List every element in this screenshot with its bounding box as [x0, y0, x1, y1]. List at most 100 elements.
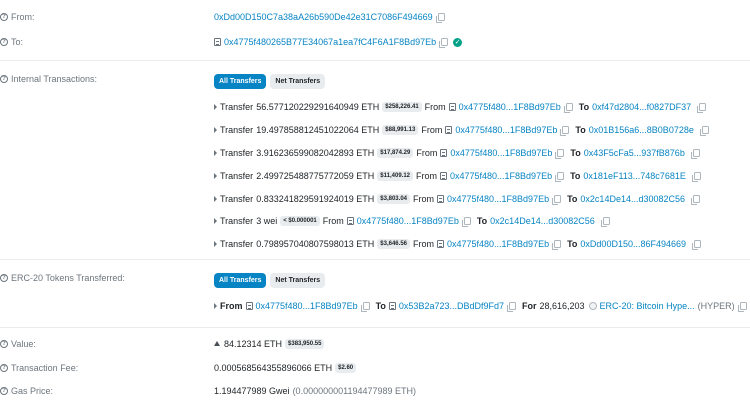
- tab-net-transfers[interactable]: Net Transfers: [270, 74, 326, 89]
- transfer-to-link[interactable]: 0x181eF113...748c7681E: [583, 171, 685, 181]
- divider: [0, 327, 750, 328]
- transfer-amount: 56.577120229291640949 ETH: [256, 102, 380, 112]
- transfer-from-link[interactable]: 0x4775f480...1F8Bd97Eb: [357, 216, 459, 226]
- help-circle-icon[interactable]: ?: [0, 75, 8, 83]
- to-word: To: [578, 102, 590, 112]
- copy-icon[interactable]: [690, 149, 700, 159]
- erc20-transfer-row: From 0x4775f480...1F8Bd97Eb To 0x53B2a72…: [214, 301, 747, 312]
- copy-icon[interactable]: [697, 103, 707, 113]
- gas-value: 1.194477989 Gwei (0.000000001194477989 E…: [214, 386, 416, 396]
- transfer-from-link[interactable]: 0x4775f480...1F8Bd97Eb: [455, 125, 557, 135]
- transfer-from-link[interactable]: 0x4775f480...1F8Bd97Eb: [450, 171, 552, 181]
- to-word: To: [567, 194, 578, 204]
- usd-badge: $258,226.41: [382, 102, 422, 112]
- from-label-row: ? From:: [0, 12, 35, 22]
- from-word: From: [413, 194, 434, 204]
- help-circle-icon[interactable]: ?: [0, 13, 8, 21]
- internal-transfer-row: Transfer 2.499725488775772059 ETH $11,409.…: [214, 171, 701, 182]
- from-word: From: [421, 125, 443, 135]
- usd-badge: $3,803.04: [377, 194, 410, 204]
- copy-icon[interactable]: [699, 126, 709, 136]
- copy-icon[interactable]: [563, 103, 573, 113]
- copy-icon[interactable]: [692, 240, 702, 250]
- transfer-amount: 0.798957040807598013 ETH: [256, 239, 375, 249]
- transfer-amount: 3 wei: [256, 216, 278, 226]
- copy-icon[interactable]: [439, 38, 449, 48]
- from-word: From: [416, 148, 438, 158]
- copy-icon[interactable]: [507, 302, 516, 312]
- help-circle-icon[interactable]: ?: [0, 274, 8, 282]
- contract-icon: [346, 217, 354, 225]
- fee-label-row: ? Transaction Fee:: [0, 363, 78, 373]
- help-circle-icon[interactable]: ?: [0, 387, 8, 395]
- value-amount: 84.12314 ETH: [224, 339, 283, 349]
- tab-all-transfers[interactable]: All Transfers: [214, 74, 267, 89]
- copy-icon[interactable]: [555, 149, 565, 159]
- copy-icon[interactable]: [555, 172, 565, 182]
- eth-icon: [214, 340, 220, 346]
- transfer-to-link[interactable]: 0xf47d2804...f0827DF37: [592, 102, 691, 112]
- help-circle-icon[interactable]: ?: [0, 364, 8, 372]
- caret-right-icon: [214, 127, 217, 133]
- transfer-from-link[interactable]: 0x4775f480...1F8Bd97Eb: [447, 194, 549, 204]
- fee-usd-badge: $2.60: [335, 363, 357, 373]
- transfer-from-link[interactable]: 0x4775f480...1F8Bd97Eb: [450, 148, 552, 158]
- usd-badge: $17,874.29: [377, 148, 414, 158]
- transfer-to-link[interactable]: 0xDd00D150...86F494669: [580, 239, 686, 249]
- copy-icon[interactable]: [600, 217, 610, 227]
- from-address-link[interactable]: 0xDd00D150C7a38aA26b590De42e31C7086F4946…: [214, 12, 433, 22]
- transfer-word: Transfer: [220, 148, 254, 158]
- contract-icon: [440, 172, 447, 180]
- erc20-token-link[interactable]: ERC-20: Bitcoin Hype...: [600, 301, 695, 311]
- internal-tabs: All Transfers Net Transfers: [214, 74, 326, 89]
- transfer-to-link[interactable]: 0x43F5cFa5...937fB876b: [584, 148, 685, 158]
- to-label: To:: [11, 37, 24, 47]
- transfer-word: Transfer: [220, 171, 254, 181]
- transfer-to-link[interactable]: 0x2c14De14...d30082C56: [490, 216, 595, 226]
- transfer-word: Transfer: [220, 125, 254, 135]
- copy-icon[interactable]: [552, 240, 562, 250]
- erc20-label: ERC-20 Tokens Transferred:: [11, 273, 125, 283]
- erc20-tabs: All Transfers Net Transfers: [214, 273, 326, 288]
- internal-transfer-row: Transfer 56.577120229291640949 ETH $258,22…: [214, 102, 707, 113]
- to-word: To: [570, 148, 581, 158]
- erc20-token-symbol: (HYPER): [697, 301, 735, 311]
- caret-right-icon: [214, 173, 217, 179]
- help-circle-icon[interactable]: ?: [0, 38, 8, 46]
- transfer-amount: 0.833241829591924019 ETH: [256, 194, 375, 204]
- caret-right-icon: [214, 150, 217, 156]
- copy-icon[interactable]: [360, 302, 370, 312]
- caret-right-icon: [214, 241, 217, 247]
- erc20-from-link[interactable]: 0x4775f480...1F8Bd97Eb: [256, 301, 358, 311]
- copy-icon[interactable]: [737, 302, 747, 312]
- to-word: To: [575, 125, 586, 135]
- copy-icon[interactable]: [552, 195, 562, 205]
- usd-badge: $88,991.13: [382, 125, 419, 135]
- contract-icon: [440, 149, 448, 157]
- internal-transactions-label: Internal Transactions:: [11, 74, 98, 84]
- to-word: To: [570, 171, 581, 181]
- copy-icon[interactable]: [560, 126, 570, 136]
- contract-icon: [437, 240, 444, 248]
- help-circle-icon[interactable]: ?: [0, 340, 8, 348]
- value-value: 84.12314 ETH $383,950.55: [214, 339, 327, 349]
- internal-transfer-row: Transfer 19.497858812451022064 ETH $88,991…: [214, 125, 709, 136]
- copy-icon[interactable]: [691, 195, 701, 205]
- erc20-to-link[interactable]: 0x53B2a723...DBdDf9Fd7: [399, 301, 504, 311]
- from-word: From: [424, 102, 446, 112]
- transfer-to-link[interactable]: 0x2c14De14...d30082C56: [580, 194, 685, 204]
- transfer-from-link[interactable]: 0x4775f480...1F8Bd97Eb: [459, 102, 561, 112]
- copy-icon[interactable]: [691, 172, 701, 182]
- to-address-link[interactable]: 0x4775f480265B77E34067a1ea7fC4F6A1F8Bd97…: [224, 37, 436, 47]
- transfer-from-link[interactable]: 0x4775f480...1F8Bd97Eb: [447, 239, 549, 249]
- internal-transfer-row: Transfer 3.916236599082042893 ETH $17,874.…: [214, 148, 700, 159]
- from-word: From: [416, 171, 437, 181]
- transfer-word: Transfer: [220, 102, 254, 112]
- from-word: From: [413, 239, 434, 249]
- copy-icon[interactable]: [435, 13, 445, 23]
- tab-all-transfers[interactable]: All Transfers: [214, 273, 267, 288]
- copy-icon[interactable]: [461, 217, 471, 227]
- to-label-row: ? To:: [0, 37, 23, 47]
- transfer-to-link[interactable]: 0x01B156a6...8B0B0728e: [589, 125, 694, 135]
- tab-net-transfers[interactable]: Net Transfers: [270, 273, 326, 288]
